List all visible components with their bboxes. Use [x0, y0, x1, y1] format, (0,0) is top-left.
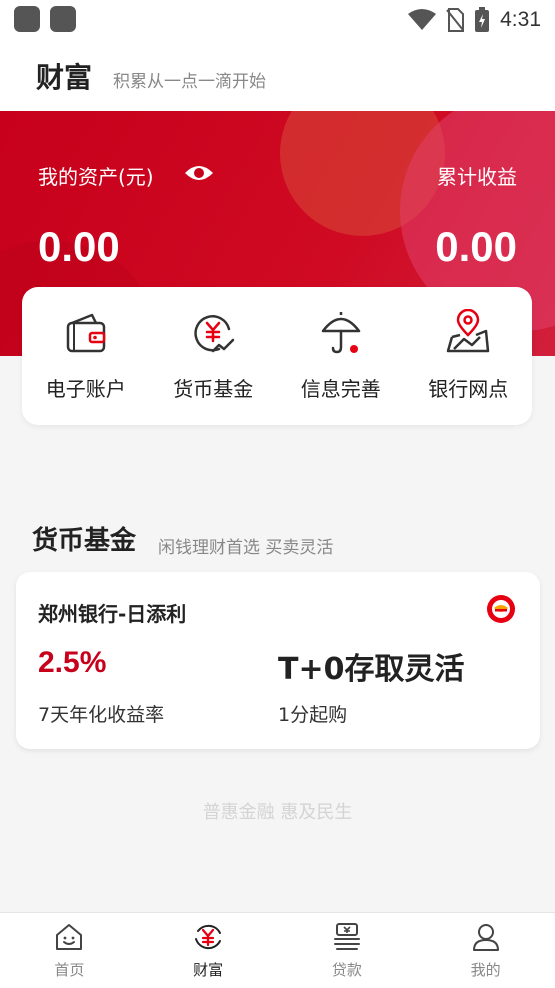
- wifi-icon: [408, 9, 437, 30]
- home-icon: [56, 924, 83, 950]
- quick-action-info-complete[interactable]: 信息完善: [277, 287, 405, 425]
- wallet-icon: [66, 313, 105, 353]
- wealth-icon: [195, 924, 222, 950]
- quick-action-label: 银行网点: [428, 377, 509, 401]
- clock: 4:31: [500, 8, 541, 31]
- fund-min-label: 1分起购: [278, 704, 348, 726]
- nav-label: 首页: [54, 961, 85, 979]
- loan-icon: [333, 923, 360, 950]
- earnings-value: 0.00: [435, 223, 517, 270]
- earnings-label: 累计收益: [437, 165, 517, 189]
- quick-action-label: 信息完善: [300, 377, 381, 401]
- header: 财富 积累从一点一滴开始: [0, 40, 555, 112]
- nav-item-profile[interactable]: 我的: [416, 913, 555, 988]
- yuan-coin-icon: [194, 315, 235, 353]
- battery-charging-icon: [475, 7, 490, 32]
- fund-rate-label: 7天年化收益率: [38, 704, 165, 726]
- notification-icon: [14, 6, 40, 32]
- quick-action-label: 货币基金: [173, 377, 254, 401]
- eye-icon[interactable]: [184, 161, 214, 185]
- my-assets-value: 0.00: [38, 223, 120, 270]
- fund-feature: T+0存取灵活: [278, 652, 465, 687]
- nav-item-loan[interactable]: 贷款: [278, 913, 417, 988]
- quick-action-money-fund[interactable]: 货币基金: [150, 287, 278, 425]
- fund-name: 郑州银行-日添利: [38, 602, 187, 626]
- notification-icon: [50, 6, 76, 32]
- nav-item-home[interactable]: 首页: [0, 913, 139, 988]
- section-title: 货币基金: [32, 526, 137, 556]
- fund-card[interactable]: 郑州银行-日添利 2.5% T+0存取灵活 7天年化收益率 1分起购: [16, 572, 540, 749]
- map-pin-icon: [447, 309, 490, 353]
- section-subtitle: 闲钱理财首选 买卖灵活: [158, 538, 334, 558]
- nav-item-wealth[interactable]: 财富: [139, 913, 278, 988]
- profile-icon: [472, 924, 499, 951]
- my-assets-label: 我的资产(元): [38, 165, 154, 189]
- page-subtitle: 积累从一点一滴开始: [113, 72, 266, 92]
- nav-label: 财富: [193, 961, 224, 979]
- nav-label: 我的: [470, 961, 501, 979]
- quick-action-label: 电子账户: [45, 377, 126, 401]
- slogan: 普惠金融 惠及民生: [202, 802, 353, 823]
- page-title: 财富: [36, 61, 93, 94]
- quick-action-bank-branches[interactable]: 银行网点: [405, 287, 533, 425]
- fund-rate: 2.5%: [38, 646, 107, 679]
- no-sim-icon: [446, 8, 465, 32]
- nav-label: 贷款: [331, 961, 362, 979]
- bank-logo-icon: [487, 595, 515, 623]
- quick-action-e-account[interactable]: 电子账户: [22, 287, 150, 425]
- status-bar: 4:31: [0, 0, 555, 40]
- quick-actions-card: 电子账户 货币基金 信息完善 银行网点: [22, 287, 532, 425]
- umbrella-icon: [321, 312, 360, 354]
- bottom-nav: 首页 财富 贷款 我的: [0, 912, 555, 988]
